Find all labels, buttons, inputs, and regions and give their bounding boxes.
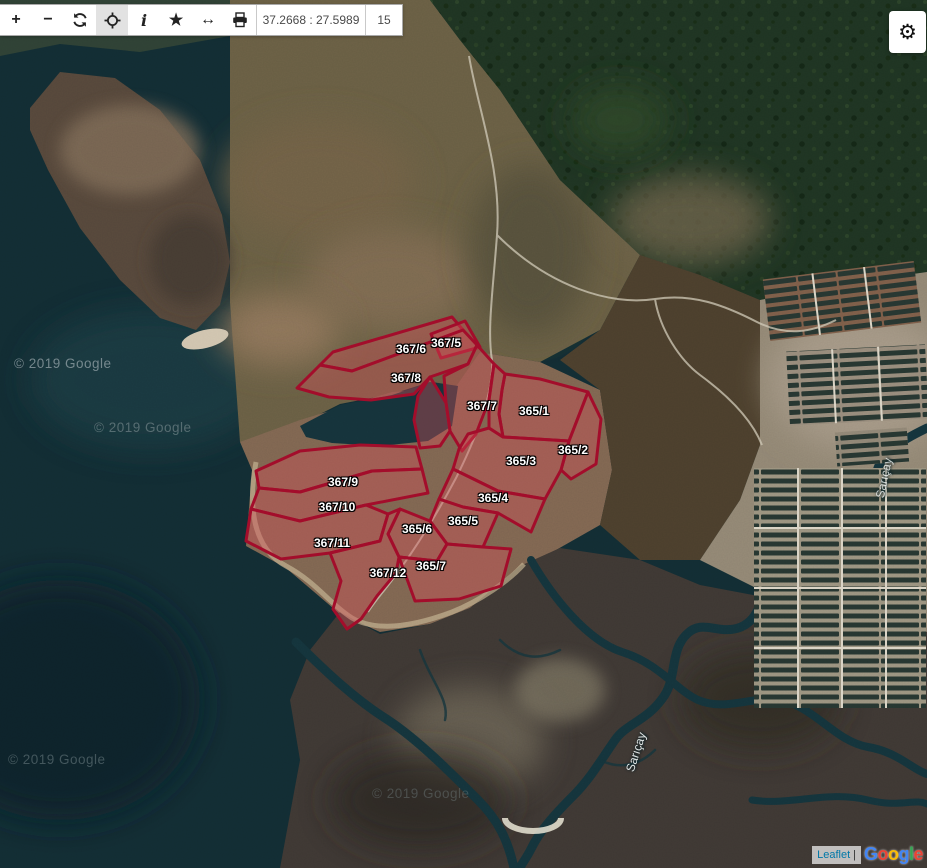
parcel-label: 365/7 (415, 559, 447, 573)
parcel-label: 365/1 (518, 404, 550, 418)
google-copyright-watermark: © 2019 Google (94, 420, 192, 435)
minus-icon: − (43, 11, 53, 28)
parcel-label: 367/9 (327, 475, 359, 489)
parcel-label: 365/6 (401, 522, 433, 536)
google-logo-letter: g (898, 844, 909, 864)
arrows-horizontal-icon: ↔ (200, 11, 216, 28)
parcel-label: 367/5 (430, 336, 462, 350)
info-icon: i (140, 10, 148, 30)
parcel-label: 365/4 (477, 491, 509, 505)
zoom-level-display: 15 (365, 5, 402, 35)
zoom-out-button[interactable]: − (32, 5, 64, 35)
gear-icon: ⚙ (898, 20, 917, 44)
parcel-label: 365/3 (505, 454, 537, 468)
google-logo-letter: o (887, 844, 899, 864)
parcel-label: 367/7 (466, 399, 498, 413)
google-copyright-watermark: © 2019 Google (14, 356, 112, 371)
parcel-label: 367/11 (313, 536, 351, 550)
attribution-separator: | (853, 848, 856, 861)
parcel-label: 367/6 (395, 342, 427, 356)
star-icon: ★ (168, 12, 184, 29)
parcel-label: 367/10 (318, 500, 356, 514)
google-logo-letter: G (863, 844, 878, 864)
parcel-label: 365/5 (447, 514, 479, 528)
google-copyright-watermark: © 2019 Google (8, 752, 106, 767)
pan-crosshair-button[interactable] (96, 5, 128, 35)
plus-icon: + (11, 11, 21, 28)
parcel-label: 365/2 (557, 443, 589, 457)
map-toolbar: + − i ★ ↔ 37.2668 : 27.5989 15 (0, 4, 403, 36)
settings-button[interactable]: ⚙ (889, 11, 926, 53)
google-logo-letter: e (913, 844, 923, 864)
info-button[interactable]: i (128, 5, 160, 35)
google-logo: Google (863, 844, 924, 865)
coordinates-value: 37.2668 : 27.5989 (262, 13, 360, 27)
google-copyright-watermark: © 2019 Google (372, 786, 470, 801)
parcel-label: 367/12 (369, 566, 407, 580)
coordinates-display: 37.2668 : 27.5989 (256, 5, 365, 35)
map-attribution: Leaflet | (812, 846, 861, 864)
print-button[interactable] (224, 5, 256, 35)
printer-icon (233, 12, 247, 28)
measure-button[interactable]: ↔ (192, 5, 224, 35)
parcel-label: 367/8 (390, 371, 422, 385)
map-canvas[interactable]: 367/6 367/5 367/8 367/7 365/1 365/2 365/3 365/4… (0, 0, 927, 868)
crosshair-icon (104, 12, 120, 28)
zoom-level-value: 15 (377, 13, 391, 27)
refresh-icon (73, 13, 87, 27)
refresh-button[interactable] (64, 5, 96, 35)
leaflet-link[interactable]: Leaflet (817, 849, 850, 861)
favorites-button[interactable]: ★ (160, 5, 192, 35)
zoom-in-button[interactable]: + (0, 5, 32, 35)
google-logo-letter: o (877, 844, 888, 864)
